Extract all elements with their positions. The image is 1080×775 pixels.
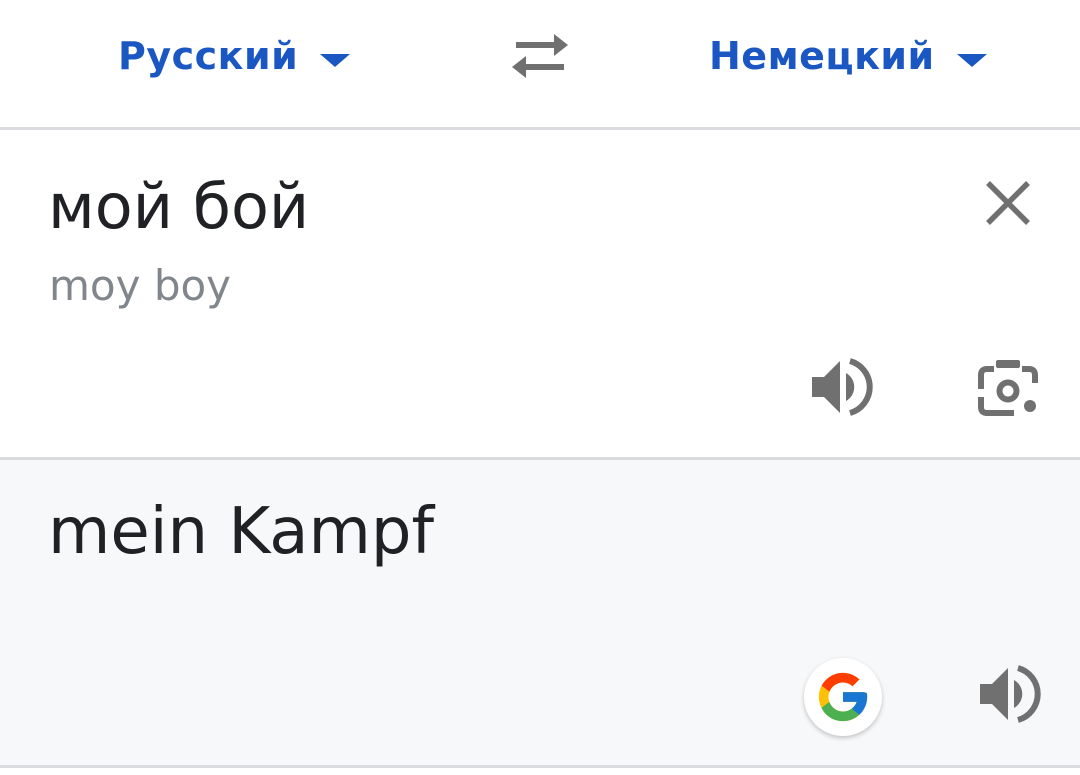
google-button[interactable] xyxy=(804,658,882,736)
caret-down-icon xyxy=(956,53,987,67)
target-language-button[interactable]: Немецкий xyxy=(709,28,987,84)
caret-down-icon xyxy=(320,53,351,67)
source-text[interactable]: мой бой xyxy=(48,167,309,247)
camera-translate-button[interactable] xyxy=(974,353,1042,421)
source-listen-button[interactable] xyxy=(806,353,874,421)
clear-input-button[interactable] xyxy=(980,175,1036,231)
source-language-label: Русский xyxy=(118,34,299,78)
google-g-icon xyxy=(818,672,868,722)
close-icon xyxy=(986,181,1030,225)
swap-languages-button[interactable] xyxy=(508,30,572,82)
top-divider xyxy=(0,127,1080,130)
target-language-label: Немецкий xyxy=(709,34,935,78)
speaker-icon xyxy=(812,358,873,416)
result-listen-button[interactable] xyxy=(974,660,1042,728)
source-language-button[interactable]: Русский xyxy=(118,28,351,84)
source-panel[interactable]: мой бой moy boy xyxy=(0,131,1080,457)
language-bar: Русский Немецкий xyxy=(0,0,1080,128)
source-transliteration: moy boy xyxy=(49,261,232,310)
camera-lens-icon xyxy=(978,360,1038,416)
result-panel: mein Kampf xyxy=(0,460,1080,765)
translate-screen: Русский Немецкий мой бой moy boy mein Ka… xyxy=(0,0,1080,775)
bottom-divider xyxy=(0,765,1080,768)
translation-text: mein Kampf xyxy=(48,495,434,569)
swap-arrows-icon xyxy=(512,34,568,78)
speaker-icon xyxy=(980,665,1041,723)
